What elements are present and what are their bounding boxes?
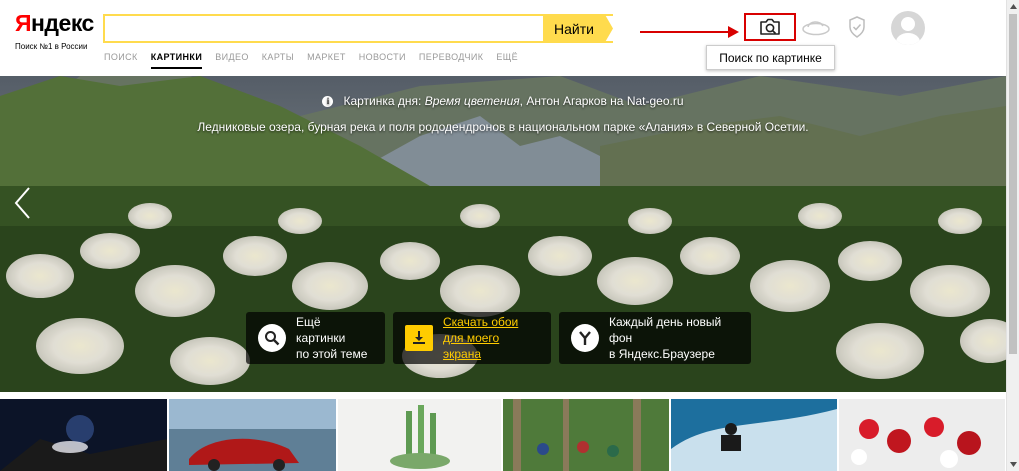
cloud-icon[interactable] [801,18,831,36]
download-icon [405,325,433,351]
yandex-logo[interactable]: Яндекс [15,10,94,37]
header: Яндекс Поиск №1 в России Найти ПОИСК КАР… [0,0,1006,76]
user-icon [896,17,920,45]
red-arrow-annotation [640,26,739,38]
chevron-left-icon[interactable] [13,186,31,220]
more-images-text: Ещё картинки по этой теме [296,315,368,361]
hero-caption: i Картинка дня: Время цветения, Антон Аг… [0,93,1006,108]
scroll-down-arrow-icon[interactable] [1007,458,1019,471]
more-images-card[interactable]: Ещё картинки по этой теме [246,312,385,364]
browser-background-text: Каждый день новый фон в Яндекс.Браузере [609,315,722,361]
thumbnail-strip [0,399,1006,471]
tab-video[interactable]: ВИДЕО [215,52,249,69]
user-avatar[interactable] [891,11,925,45]
thumbnail-1[interactable] [0,399,167,471]
search-input[interactable] [105,16,613,41]
thumbnail-4[interactable] [503,399,669,471]
scroll-up-arrow-icon[interactable] [1007,0,1019,13]
camera-search-button[interactable] [744,13,796,41]
hero-caption-text[interactable]: Картинка дня: Время цветения, Антон Агар… [343,94,683,108]
thumbnail-6[interactable] [839,399,1005,471]
logo-subtitle: Поиск №1 в России [15,42,88,51]
tab-market[interactable]: МАРКЕТ [307,52,346,69]
tooltip: Поиск по картинке [706,45,835,70]
camera-search-icon [760,18,780,35]
search-button[interactable]: Найти [543,14,613,43]
thumbnail-3[interactable] [338,399,501,471]
info-icon[interactable]: i [322,95,334,107]
hero-subtitle: Ледниковые озера, бурная река и поля род… [197,120,809,134]
thumbnail-5[interactable] [671,399,837,471]
tab-news[interactable]: НОВОСТИ [359,52,406,69]
tab-images[interactable]: КАРТИНКИ [150,52,203,69]
service-tabs: ПОИСК КАРТИНКИ ВИДЕО КАРТЫ МАРКЕТ НОВОСТ… [104,52,531,69]
tab-more[interactable]: ЕЩЁ [496,52,518,69]
search-icon [258,324,286,352]
scrollbar[interactable] [1006,0,1019,471]
yandex-browser-icon [571,324,599,352]
thumbnail-2[interactable] [169,399,336,471]
shield-icon[interactable] [848,16,866,38]
tab-translate[interactable]: ПЕРЕВОДЧИК [419,52,483,69]
browser-background-card[interactable]: Каждый день новый фон в Яндекс.Браузере [559,312,751,364]
tab-search[interactable]: ПОИСК [104,52,138,69]
image-of-the-day[interactable]: i Картинка дня: Время цветения, Антон Аг… [0,76,1006,392]
search-field[interactable] [103,14,613,43]
scrollbar-thumb[interactable] [1009,14,1017,354]
download-wallpaper-text: Скачать обои для моего экрана [443,315,519,361]
download-wallpaper-card[interactable]: Скачать обои для моего экрана [393,312,551,364]
tab-maps[interactable]: КАРТЫ [262,52,294,69]
action-cards: Ещё картинки по этой теме Скачать обои д… [246,312,751,364]
